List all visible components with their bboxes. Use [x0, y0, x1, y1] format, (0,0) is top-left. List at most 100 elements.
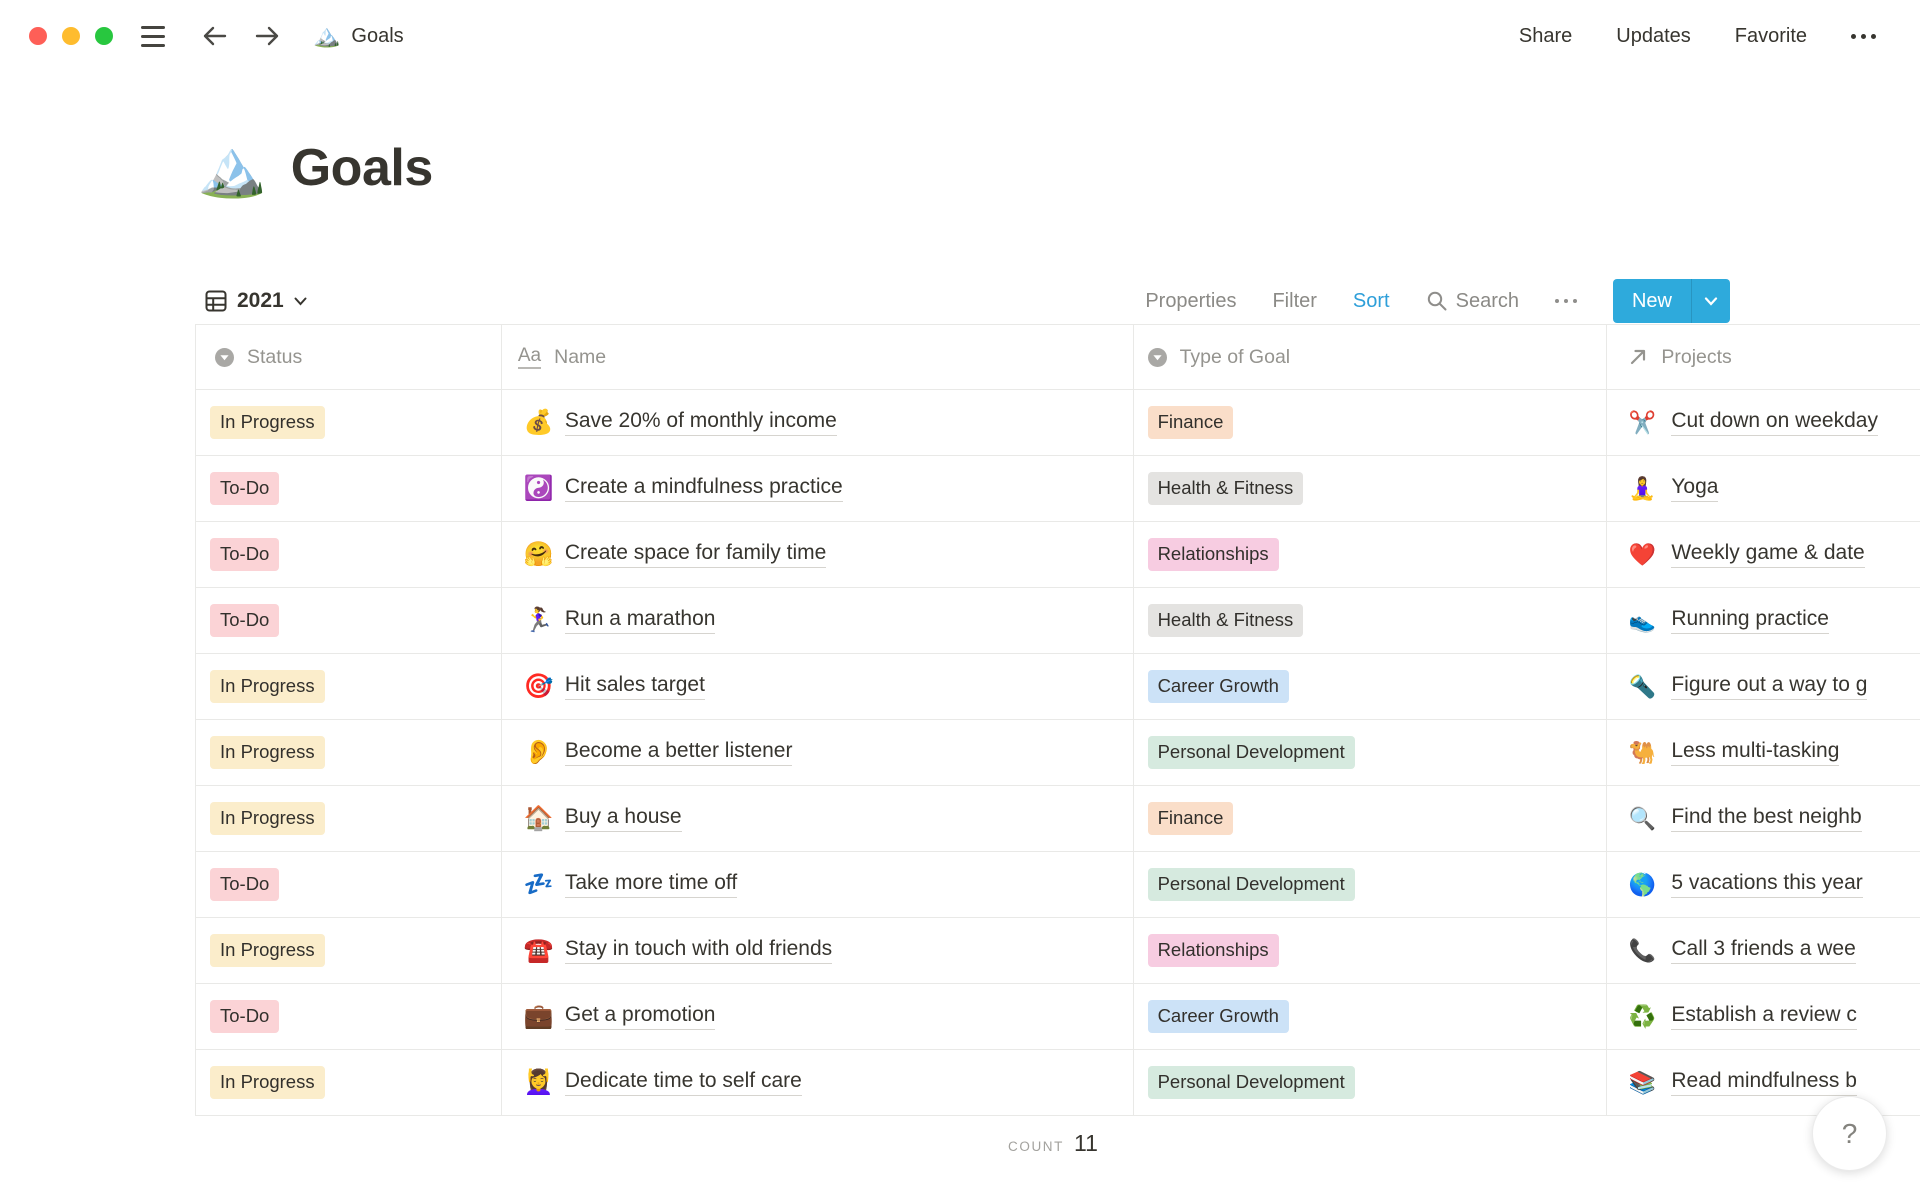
projects-cell[interactable]: 🔦 Figure out a way to g: [1607, 654, 1920, 719]
projects-cell[interactable]: 🔍 Find the best neighb: [1607, 786, 1920, 851]
type-of-goal-cell[interactable]: Health & Fitness: [1134, 588, 1608, 653]
projects-cell[interactable]: 👟 Running practice: [1607, 588, 1920, 653]
status-cell[interactable]: To-Do: [196, 984, 502, 1049]
forward-arrow-icon[interactable]: [253, 24, 281, 48]
view-switcher[interactable]: 2021: [195, 289, 307, 313]
project-link[interactable]: Weekly game & date: [1671, 541, 1865, 568]
goal-title-link[interactable]: Get a promotion: [564, 1003, 716, 1030]
zoom-window-button[interactable]: [95, 27, 113, 45]
type-of-goal-cell[interactable]: Relationships: [1134, 522, 1608, 587]
type-of-goal-cell[interactable]: Health & Fitness: [1134, 456, 1608, 521]
type-of-goal-cell[interactable]: Finance: [1134, 786, 1608, 851]
status-cell[interactable]: In Progress: [196, 390, 502, 455]
column-header-projects[interactable]: Projects: [1607, 325, 1920, 389]
status-badge: To-Do: [210, 868, 280, 901]
status-badge: To-Do: [210, 538, 280, 571]
column-header-status[interactable]: Status: [196, 325, 502, 389]
project-link[interactable]: Yoga: [1671, 475, 1719, 502]
projects-cell[interactable]: 🌎 5 vacations this year: [1607, 852, 1920, 917]
status-cell[interactable]: In Progress: [196, 720, 502, 785]
type-of-goal-cell[interactable]: Career Growth: [1134, 984, 1608, 1049]
name-cell[interactable]: 👂 Become a better listener: [502, 720, 1134, 785]
name-cell[interactable]: 🏠 Buy a house: [502, 786, 1134, 851]
column-header-name[interactable]: Aa Name: [502, 325, 1134, 389]
goal-title-link[interactable]: Create space for family time: [564, 541, 827, 568]
sort-button[interactable]: Sort: [1353, 290, 1390, 313]
chevron-down-icon: [294, 297, 307, 305]
type-badge: Finance: [1147, 406, 1234, 439]
properties-button[interactable]: Properties: [1145, 290, 1236, 313]
projects-cell[interactable]: ♻️ Establish a review c: [1607, 984, 1920, 1049]
name-cell[interactable]: 🤗 Create space for family time: [502, 522, 1134, 587]
projects-cell[interactable]: 🐫 Less multi-tasking: [1607, 720, 1920, 785]
new-dropdown-button[interactable]: [1691, 279, 1730, 323]
status-cell[interactable]: To-Do: [196, 588, 502, 653]
more-options-icon[interactable]: [1851, 33, 1876, 39]
goal-title-link[interactable]: Buy a house: [564, 805, 682, 832]
help-button[interactable]: ?: [1812, 1096, 1887, 1171]
type-of-goal-cell[interactable]: Personal Development: [1134, 852, 1608, 917]
goal-title-link[interactable]: Become a better listener: [564, 739, 793, 766]
type-of-goal-cell[interactable]: Finance: [1134, 390, 1608, 455]
goal-title-link[interactable]: Take more time off: [564, 871, 738, 898]
favorite-button[interactable]: Favorite: [1735, 25, 1807, 48]
view-options-icon[interactable]: [1554, 299, 1577, 303]
back-arrow-icon[interactable]: [201, 24, 229, 48]
name-cell[interactable]: 🎯 Hit sales target: [502, 654, 1134, 719]
status-cell[interactable]: To-Do: [196, 522, 502, 587]
project-link[interactable]: Running practice: [1671, 607, 1829, 634]
sidebar-toggle-icon[interactable]: [141, 25, 165, 47]
project-link[interactable]: 5 vacations this year: [1671, 871, 1863, 898]
share-button[interactable]: Share: [1519, 25, 1572, 48]
goal-title-link[interactable]: Create a mindfulness practice: [564, 475, 843, 502]
type-of-goal-cell[interactable]: Career Growth: [1134, 654, 1608, 719]
window-titlebar: 🏔️ Goals Share Updates Favorite: [0, 0, 1920, 72]
search-button[interactable]: Search: [1426, 290, 1519, 313]
status-cell[interactable]: In Progress: [196, 1050, 502, 1115]
projects-cell[interactable]: 📞 Call 3 friends a wee: [1607, 918, 1920, 983]
goal-title-link[interactable]: Hit sales target: [564, 673, 705, 700]
status-cell[interactable]: In Progress: [196, 918, 502, 983]
status-cell[interactable]: To-Do: [196, 456, 502, 521]
goal-title-link[interactable]: Dedicate time to self care: [564, 1069, 802, 1096]
type-of-goal-cell[interactable]: Relationships: [1134, 918, 1608, 983]
page-icon[interactable]: 🏔️: [197, 140, 267, 196]
project-link[interactable]: Less multi-tasking: [1671, 739, 1840, 766]
status-cell[interactable]: To-Do: [196, 852, 502, 917]
project-link[interactable]: Call 3 friends a wee: [1671, 937, 1856, 964]
new-button[interactable]: New: [1612, 279, 1730, 323]
projects-cell[interactable]: 🧘‍♀️ Yoga: [1607, 456, 1920, 521]
type-of-goal-cell[interactable]: Personal Development: [1134, 720, 1608, 785]
type-badge: Health & Fitness: [1147, 472, 1304, 505]
name-cell[interactable]: ☎️ Stay in touch with old friends: [502, 918, 1134, 983]
table-row: In Progress 💰 Save 20% of monthly income…: [196, 390, 1920, 456]
goal-title-link[interactable]: Stay in touch with old friends: [564, 937, 833, 964]
table-view-icon: [205, 290, 227, 312]
type-of-goal-cell[interactable]: Personal Development: [1134, 1050, 1608, 1115]
status-cell[interactable]: In Progress: [196, 786, 502, 851]
name-cell[interactable]: 💤 Take more time off: [502, 852, 1134, 917]
name-cell[interactable]: 💼 Get a promotion: [502, 984, 1134, 1049]
column-header-type-of-goal[interactable]: Type of Goal: [1134, 325, 1608, 389]
project-link[interactable]: Read mindfulness b: [1671, 1069, 1857, 1096]
goal-title-link[interactable]: Run a marathon: [564, 607, 716, 634]
status-cell[interactable]: In Progress: [196, 654, 502, 719]
project-link[interactable]: Cut down on weekday: [1671, 409, 1878, 436]
project-link[interactable]: Figure out a way to g: [1671, 673, 1868, 700]
select-property-icon: [215, 347, 234, 367]
filter-button[interactable]: Filter: [1272, 290, 1316, 313]
close-window-button[interactable]: [29, 27, 47, 45]
projects-cell[interactable]: ✂️ Cut down on weekday: [1607, 390, 1920, 455]
breadcrumb[interactable]: 🏔️ Goals: [313, 25, 404, 48]
updates-button[interactable]: Updates: [1616, 25, 1691, 48]
name-cell[interactable]: 💆‍♀️ Dedicate time to self care: [502, 1050, 1134, 1115]
name-cell[interactable]: ☯️ Create a mindfulness practice: [502, 456, 1134, 521]
name-cell[interactable]: 🏃‍♀️ Run a marathon: [502, 588, 1134, 653]
goal-title-link[interactable]: Save 20% of monthly income: [564, 409, 837, 436]
minimize-window-button[interactable]: [62, 27, 80, 45]
name-cell[interactable]: 💰 Save 20% of monthly income: [502, 390, 1134, 455]
project-link[interactable]: Find the best neighb: [1671, 805, 1862, 832]
project-link[interactable]: Establish a review c: [1671, 1003, 1857, 1030]
new-button-label[interactable]: New: [1613, 279, 1691, 323]
projects-cell[interactable]: ❤️ Weekly game & date: [1607, 522, 1920, 587]
